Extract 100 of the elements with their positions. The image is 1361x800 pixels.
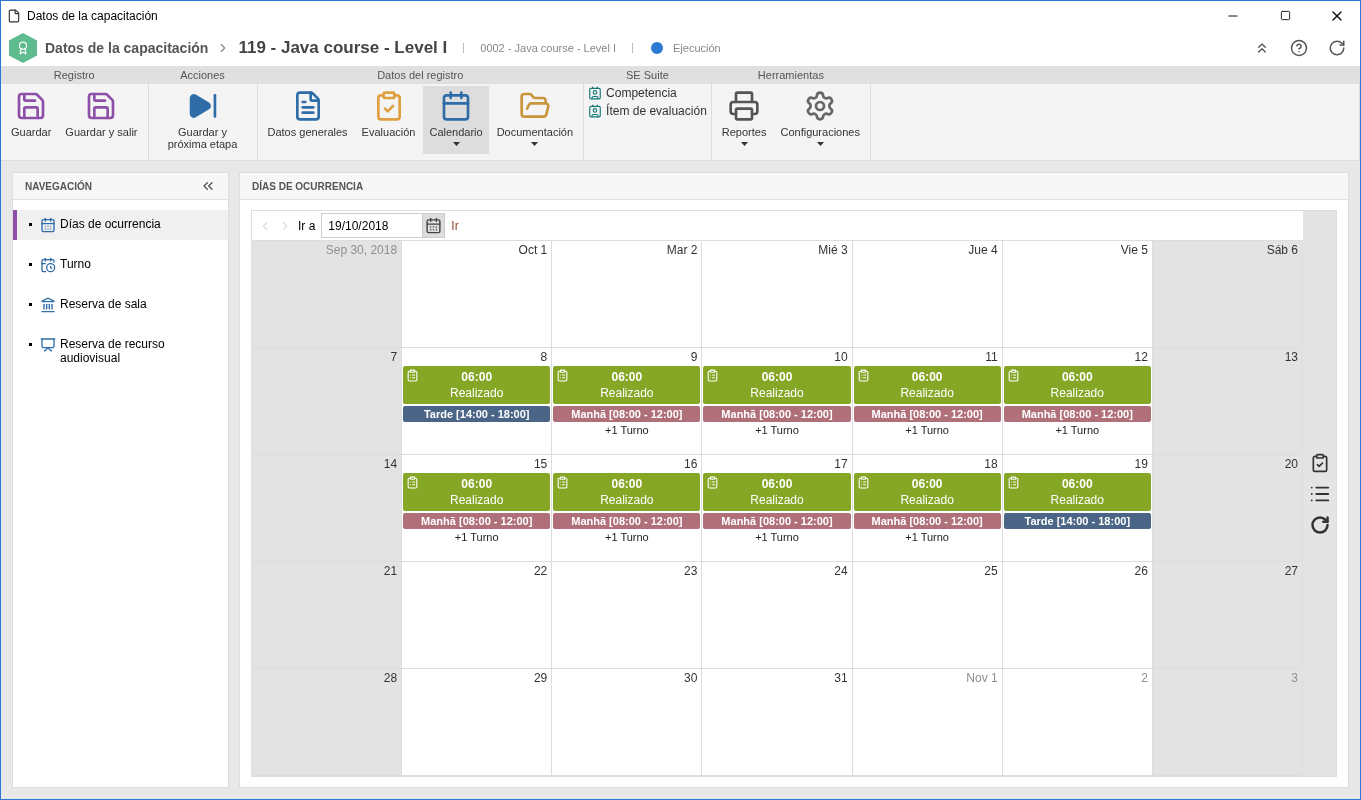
day-number: 21: [383, 564, 399, 578]
day-number: 31: [834, 671, 849, 685]
day-number: 24: [834, 564, 849, 578]
group-label: Datos del registro: [257, 66, 584, 84]
day-number: 11: [985, 350, 999, 364]
shift-event[interactable]: Manhã [08:00 - 12:00]: [703, 513, 851, 529]
day-number: 27: [1284, 564, 1299, 578]
ribbon-button[interactable]: Documentación: [490, 86, 580, 154]
panel-title: DÍAS DE OCURRENCIA: [252, 180, 364, 192]
ribbon-link[interactable]: Ítem de evaluación: [588, 104, 707, 118]
date-field[interactable]: 19/10/2018: [321, 213, 424, 238]
day-number: 20: [1284, 457, 1299, 471]
day-number: 16: [684, 457, 699, 471]
day-number: Jue 4: [968, 243, 999, 257]
day-number: 30: [684, 671, 699, 685]
maximize-icon[interactable]: [1279, 10, 1291, 21]
badge-icon: [588, 104, 603, 118]
shift-event[interactable]: Manhã [08:00 - 12:00]: [853, 513, 1001, 529]
breadcrumb: Datos de la capacitación: [45, 40, 209, 56]
ribbon-button[interactable]: Datos generales: [261, 86, 354, 154]
more-link[interactable]: +1 Turno: [703, 531, 851, 543]
go-link[interactable]: Ir: [451, 218, 459, 233]
shift-event[interactable]: Manhã [08:00 - 12:00]: [553, 406, 701, 422]
day-number: 26: [1134, 564, 1149, 578]
more-link[interactable]: +1 Turno: [853, 531, 1001, 543]
goto-label: Ir a: [298, 218, 316, 233]
more-link[interactable]: +1 Turno: [403, 531, 551, 543]
clipboard-icon: [856, 476, 870, 489]
clipboard-icon: [406, 476, 420, 489]
shift-event[interactable]: Tarde [14:00 - 18:00]: [403, 406, 551, 422]
more-link[interactable]: +1 Turno: [703, 424, 851, 436]
clipboard-icon: [856, 369, 870, 382]
panel-title: NAVEGACIÓN: [25, 180, 93, 192]
day-number: Sáb 6: [1266, 243, 1299, 257]
shift-event[interactable]: Manhã [08:00 - 12:00]: [403, 513, 551, 529]
shift-event[interactable]: Manhã [08:00 - 12:00]: [1003, 406, 1151, 422]
day-number: 15: [533, 457, 549, 471]
nav-item[interactable]: Reserva de sala: [13, 290, 228, 320]
day-number: 8: [540, 350, 549, 364]
more-link[interactable]: +1 Turno: [553, 424, 701, 436]
day-number: 9: [690, 350, 699, 364]
clipboard-icon: [706, 476, 720, 489]
day-number: 2: [1141, 671, 1149, 685]
group-label: Herramientas: [711, 66, 870, 84]
ribbon-button[interactable]: Guardar y próxima etapa: [152, 86, 253, 154]
stage-label: Ejecución: [673, 42, 722, 54]
ribbon-button[interactable]: Calendario: [423, 86, 489, 154]
ribbon-link[interactable]: Competencia: [588, 86, 707, 100]
record-code: 0002 - Java course - Level I: [480, 42, 616, 54]
window-title: Datos de la capacitación: [27, 8, 159, 23]
day-number: 28: [383, 671, 399, 685]
record-title: 119 - Java course - Level I: [238, 38, 448, 58]
more-link[interactable]: +1 Turno: [853, 424, 1001, 436]
clipboard-icon: [706, 369, 720, 382]
ribbon-button[interactable]: Guardar y salir: [59, 86, 144, 154]
badge-icon: [588, 86, 603, 100]
day-number: Vie 5: [1120, 243, 1149, 257]
ribbon-button[interactable]: Evaluación: [355, 86, 422, 154]
day-number: 13: [1284, 350, 1299, 364]
clipboard-icon: [1006, 476, 1020, 489]
more-link[interactable]: +1 Turno: [553, 531, 701, 543]
clipboard-icon: [556, 476, 570, 489]
app-logo: [9, 33, 37, 63]
group-label: Registro: [1, 66, 148, 84]
day-number: 3: [1291, 671, 1299, 685]
group-label: Acciones: [148, 66, 257, 84]
day-number: 19: [1134, 457, 1149, 471]
day-number: 23: [684, 564, 699, 578]
shift-event[interactable]: Manhã [08:00 - 12:00]: [553, 513, 701, 529]
day-number: 18: [984, 457, 999, 471]
shift-event[interactable]: Tarde [14:00 - 18:00]: [1003, 513, 1151, 529]
nav-item[interactable]: Turno: [13, 250, 228, 280]
printer-icon: [728, 90, 761, 122]
refresh-icon[interactable]: [1309, 514, 1330, 535]
day-number: Oct 1: [518, 243, 549, 257]
group-label: SE Suite: [584, 66, 711, 84]
day-number: 17: [834, 457, 849, 471]
day-number: Sep 30, 2018: [325, 243, 399, 257]
nav-item[interactable]: Reserva de recurso audiovisual: [13, 330, 228, 372]
day-number: Mié 3: [818, 243, 849, 257]
day-number: Nov 1: [966, 671, 999, 685]
day-number: Mar 2: [666, 243, 699, 257]
ribbon-button[interactable]: Guardar: [5, 86, 58, 154]
clipboard-icon: [556, 369, 570, 382]
shift-event[interactable]: Manhã [08:00 - 12:00]: [853, 406, 1001, 422]
day-number: 7: [390, 350, 399, 364]
clipboard-icon: [406, 369, 420, 382]
day-number: 29: [533, 671, 549, 685]
ribbon-button[interactable]: Reportes: [715, 86, 773, 154]
day-number: 25: [984, 564, 999, 578]
document-icon: [7, 8, 21, 23]
day-number: 22: [533, 564, 549, 578]
day-number: 14: [383, 457, 399, 471]
more-link[interactable]: +1 Turno: [1003, 424, 1151, 436]
clipboard-icon: [1006, 369, 1020, 382]
day-number: 12: [1134, 350, 1149, 364]
day-number: 10: [834, 350, 849, 364]
nav-item[interactable]: Días de ocurrencia: [13, 210, 228, 240]
shift-event[interactable]: Manhã [08:00 - 12:00]: [703, 406, 851, 422]
ribbon-button[interactable]: Configuraciones: [774, 86, 866, 154]
